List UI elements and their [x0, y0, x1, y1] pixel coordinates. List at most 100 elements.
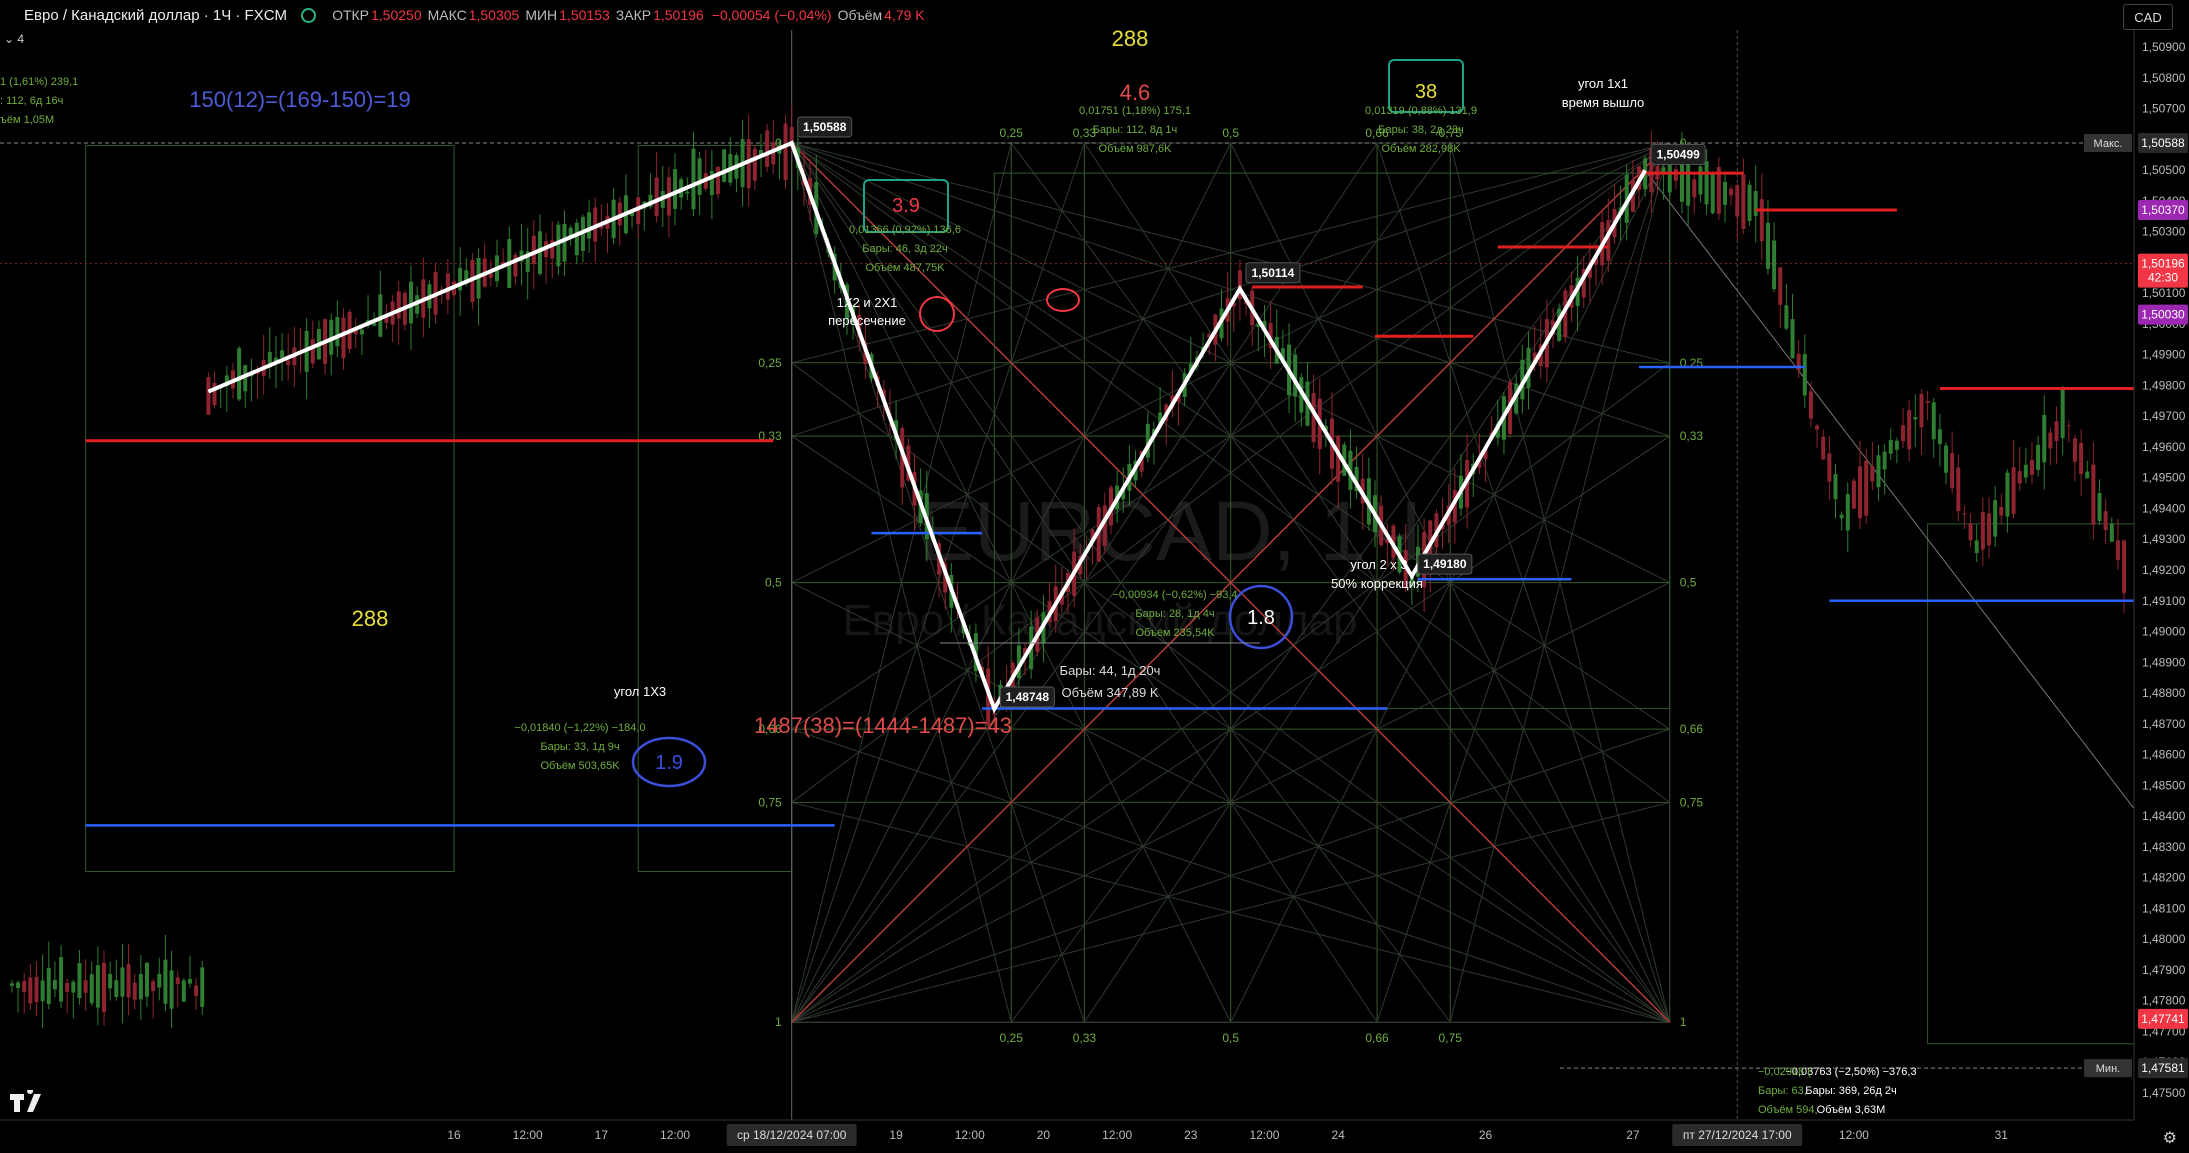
candle-body	[1999, 507, 2004, 516]
symbol-title[interactable]: Евро / Канадский доллар · 1Ч · FXCM	[24, 7, 287, 24]
candle-body	[1802, 354, 1807, 396]
measure-stat-c-1: 0,01366 (0,92%) 136,6	[849, 224, 961, 236]
chevron-down-icon: ⌄	[4, 32, 18, 46]
candle-body	[2115, 540, 2120, 561]
candle-body	[151, 981, 156, 991]
candle-body	[187, 979, 192, 984]
candle-body	[2005, 472, 2010, 517]
gann-fraction-bottom: 0,66	[1365, 1031, 1389, 1045]
candle-body	[359, 329, 364, 335]
candle-body	[40, 980, 45, 1002]
candle-body	[2091, 464, 2096, 525]
candle-body	[194, 985, 199, 997]
symbol-legend: Евро / Канадский доллар · 1Ч · FXCM ОТКР…	[0, 0, 925, 30]
candle-body	[132, 982, 137, 1000]
candle-body	[1864, 460, 1869, 516]
candle-body	[2079, 442, 2084, 475]
candle-body	[83, 980, 88, 993]
gann-fraction-right: 0,66	[1680, 722, 1704, 736]
currency-button[interactable]: CAD	[2123, 4, 2173, 30]
candle-body	[200, 967, 205, 1007]
candle-body	[2122, 540, 2127, 594]
candle-body	[335, 317, 340, 347]
count-left-label: 288	[352, 606, 389, 631]
candle-body	[206, 377, 211, 415]
candle-body	[783, 123, 788, 181]
candle-body	[1747, 184, 1752, 221]
gann-fraction-label: 1	[775, 1015, 782, 1029]
volume-mid-label: Объём 347,89 K	[1061, 685, 1158, 700]
candle-body	[1907, 410, 1912, 450]
candle-body	[1956, 467, 1961, 512]
measure-stat-e-3: Объём 235,54K	[1135, 627, 1215, 639]
price-tick-label: 1,48300	[2142, 840, 2186, 854]
candle-body	[2085, 471, 2090, 479]
candle-body	[697, 158, 702, 196]
gear-icon[interactable]: ⚙	[2163, 1128, 2177, 1148]
price-tick-label: 1,48500	[2142, 778, 2186, 792]
measure-stat-b-2: Бары: 38, 2д 23ч	[1378, 124, 1463, 136]
high-label: МАКС	[427, 7, 467, 23]
candle-body	[59, 957, 64, 1002]
gann-fraction-top: 0,25	[1000, 126, 1024, 140]
time-highlight-label: пт 27/12/2024 17:00	[1683, 1128, 1792, 1142]
measure-stat-g-2: Бары: 63,	[1758, 1085, 1807, 1097]
time-tick-label: 23	[1184, 1128, 1198, 1142]
price-tick-label: 1,49600	[2142, 440, 2186, 454]
candle-body	[574, 222, 579, 256]
price-tick-label: 1,49400	[2142, 501, 2186, 515]
measure-left-stat-3: ъём 1,05M	[0, 114, 54, 126]
candle-body	[1888, 439, 1893, 454]
measure-stat-c-3: Объём 487,75K	[865, 262, 945, 274]
candle-body	[1876, 455, 1881, 488]
candle-body	[1937, 429, 1942, 445]
candle-body	[654, 177, 659, 217]
circle-18-label: 1.8	[1247, 607, 1275, 629]
candle-body	[16, 982, 21, 989]
market-status-icon[interactable]	[301, 7, 317, 23]
time-out-label: время вышло	[1562, 95, 1645, 110]
price-badge-value: 1,50196	[2141, 257, 2185, 271]
measure-stat-e-1: −0,00934 (−0,62%) −93,4	[1112, 589, 1237, 601]
candle-body	[1765, 222, 1770, 269]
candle-body	[1919, 393, 1924, 428]
chart-canvas[interactable]: EURCAD, 1Ч Евро / Канадский доллар 0 00,2…	[0, 0, 2189, 1148]
measure-stat-g-1: −0,02918 (	[1758, 1066, 1811, 1078]
candle-body	[2066, 425, 2071, 427]
box-39-label: 3.9	[892, 195, 920, 217]
measure-stat-b-3: Объём 282,98K	[1381, 143, 1461, 155]
time-tick-label: 12:00	[955, 1128, 985, 1142]
chart-stage[interactable]: EURCAD, 1Ч Евро / Канадский доллар 0 0 0,2…	[0, 0, 2189, 1148]
measure-stat-a-2: Бары: 112, 8д 1ч	[1093, 124, 1178, 136]
measure-stat-e-2: Бары: 28, 1д 4ч	[1135, 608, 1214, 620]
candle-body	[1808, 391, 1813, 419]
candle-body	[1845, 494, 1850, 531]
candle-body	[286, 360, 291, 366]
candle-body	[237, 348, 242, 400]
tradingview-logo-icon[interactable]	[10, 1090, 46, 1114]
cross-note-1: 1X2 и 2X1	[837, 295, 898, 310]
indicators-collapse-button[interactable]: ⌄ 4	[4, 32, 24, 46]
candle-body	[2103, 511, 2108, 531]
gann-fraction-right: 0,5	[1680, 576, 1697, 590]
price-tick-label: 1,49100	[2142, 594, 2186, 608]
time-tick-label: 24	[1331, 1128, 1345, 1142]
measure-stat-d-3: Объём 503,65K	[540, 760, 620, 772]
change-value: −0,00054 (−0,04%)	[711, 7, 832, 23]
time-axis[interactable]: 16 12:00 17 12:00 19 12:00 20 12:00 23 12:00 24 26 2…	[0, 1119, 2189, 1148]
watermark-symbol: EURCAD, 1Ч	[918, 484, 1422, 578]
candle-body	[2072, 438, 2077, 462]
candle-body	[1980, 511, 1985, 550]
candle-body	[95, 965, 100, 1008]
candle-body	[52, 980, 57, 990]
time-tick-label: 19	[889, 1128, 903, 1142]
measure-stat-f-2: Бары: 369, 26д 2ч	[1805, 1085, 1897, 1097]
measure-left-stat-2: : 112, 6д 16ч	[0, 95, 63, 107]
pivot-price-label: 1,50588	[803, 120, 847, 134]
price-axis[interactable]: 1,509001,508001,507001,506001,505001,504…	[2084, 0, 2189, 1148]
close-value: 1,50196	[653, 7, 704, 23]
candle-body	[2060, 388, 2065, 438]
measure-stat-f-3: Объём 3,63M	[1817, 1104, 1886, 1116]
intersection-circle	[919, 296, 955, 332]
gann-fraction-label: 0,5	[765, 576, 782, 590]
